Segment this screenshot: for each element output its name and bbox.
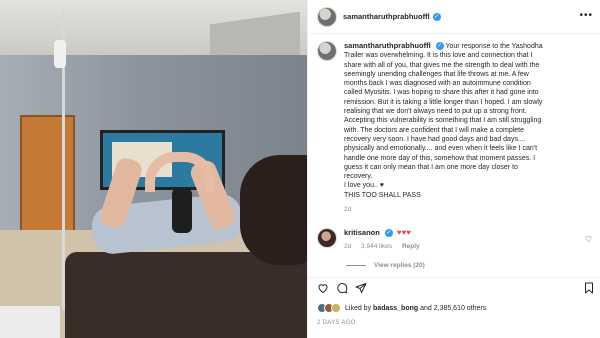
caption: samantharuthprabhuoffl ✓ Your response t… <box>317 41 595 214</box>
divider <box>308 277 600 278</box>
liker-avatar <box>331 303 341 313</box>
view-replies-line <box>346 265 366 266</box>
commenter-avatar[interactable] <box>317 228 337 248</box>
comment-likes[interactable]: 3,944 likes <box>361 243 392 250</box>
caption-line: Your response to the Yashodha <box>445 43 543 50</box>
view-replies-label: View replies (20) <box>374 262 425 269</box>
caption-line: share with all of you, that gives me the… <box>344 61 540 69</box>
author-username[interactable]: samantharuthprabhuoffl <box>343 12 430 21</box>
caption-line: Trailer was overwhelming. It is this lov… <box>344 52 533 60</box>
more-icon[interactable]: ••• <box>579 10 593 21</box>
share-icon[interactable] <box>355 282 367 294</box>
photo-sofa <box>65 252 307 338</box>
caption-line: Accepting this vulnerability is somethin… <box>344 117 542 125</box>
photo-iv-bag <box>54 40 66 68</box>
bookmark-icon[interactable] <box>583 282 595 294</box>
caption-time[interactable]: 2d <box>344 205 594 214</box>
verified-icon: ✓ <box>432 12 441 21</box>
caption-line: months back I was diagnosed with an auto… <box>344 80 531 88</box>
photo-head <box>240 155 307 265</box>
likes-summary: Liked by badass_bong and 2,385,610 other… <box>317 303 486 313</box>
caption-line: I love you.. ♥ <box>344 182 384 190</box>
verified-icon: ✓ <box>435 42 444 51</box>
likes-count[interactable]: and 2,385,610 others <box>418 305 486 312</box>
likes-text[interactable]: Liked by badass_bong and 2,385,610 other… <box>345 305 486 312</box>
caption-text: samantharuthprabhuoffl ✓ Your response t… <box>344 41 594 214</box>
comment-text: ♥♥♥ <box>396 228 411 237</box>
post-date[interactable]: 2 DAYS AGO <box>317 320 356 326</box>
caption-username[interactable]: samantharuthprabhuoffl <box>344 41 431 50</box>
photo-paper <box>0 306 60 338</box>
caption-line: with. The doctors are confident that I w… <box>344 126 525 134</box>
caption-line: recovery very soon. I have had good days… <box>344 135 526 143</box>
photo-microphone <box>172 188 192 233</box>
likes-prefix: Liked by <box>345 304 374 312</box>
verified-icon: ✓ <box>384 229 393 238</box>
author-avatar[interactable] <box>317 6 337 27</box>
comment-meta: 2d 3,944 likes Reply <box>344 242 428 251</box>
action-bar <box>317 282 595 296</box>
reply-button[interactable]: Reply <box>402 243 420 250</box>
post-photo[interactable] <box>0 0 307 338</box>
view-replies-button[interactable]: View replies (20) <box>346 262 425 269</box>
caption-line: realising that we don't always need to p… <box>344 108 527 116</box>
caption-line: seemingly unending challenges that life … <box>344 70 529 78</box>
caption-line: remission. But it is taking a little lon… <box>344 98 543 106</box>
caption-line: physically and emotionally.... and even … <box>344 145 538 153</box>
comment-item: kritisanon ✓ ♥♥♥ 2d 3,944 likes Reply ♡ <box>317 228 595 251</box>
post-header: samantharuthprabhuoffl ✓ ••• <box>308 0 600 34</box>
commenter-username[interactable]: kritisanon <box>344 228 380 237</box>
comment-body: kritisanon ✓ ♥♥♥ 2d 3,944 likes Reply <box>344 228 428 251</box>
caption-line: guess it can only mean that I am one mor… <box>344 163 518 171</box>
caption-line: called Myositis. I was hoping to share t… <box>344 89 539 97</box>
caption-line: THIS TOO SHALL PASS <box>344 191 421 199</box>
caption-avatar[interactable] <box>317 41 337 61</box>
comment-like-icon[interactable]: ♡ <box>585 235 592 244</box>
liked-by-username[interactable]: badass_bong <box>373 305 418 312</box>
comment-time[interactable]: 2d <box>344 243 351 250</box>
caption-line: handle one more day of this, somehow tha… <box>344 154 536 162</box>
heart-icon[interactable] <box>317 282 329 294</box>
post-detail-panel: samantharuthprabhuoffl ✓ ••• samantharut… <box>307 0 600 338</box>
caption-line: recovery. <box>344 173 373 181</box>
comment-icon[interactable] <box>336 282 348 294</box>
